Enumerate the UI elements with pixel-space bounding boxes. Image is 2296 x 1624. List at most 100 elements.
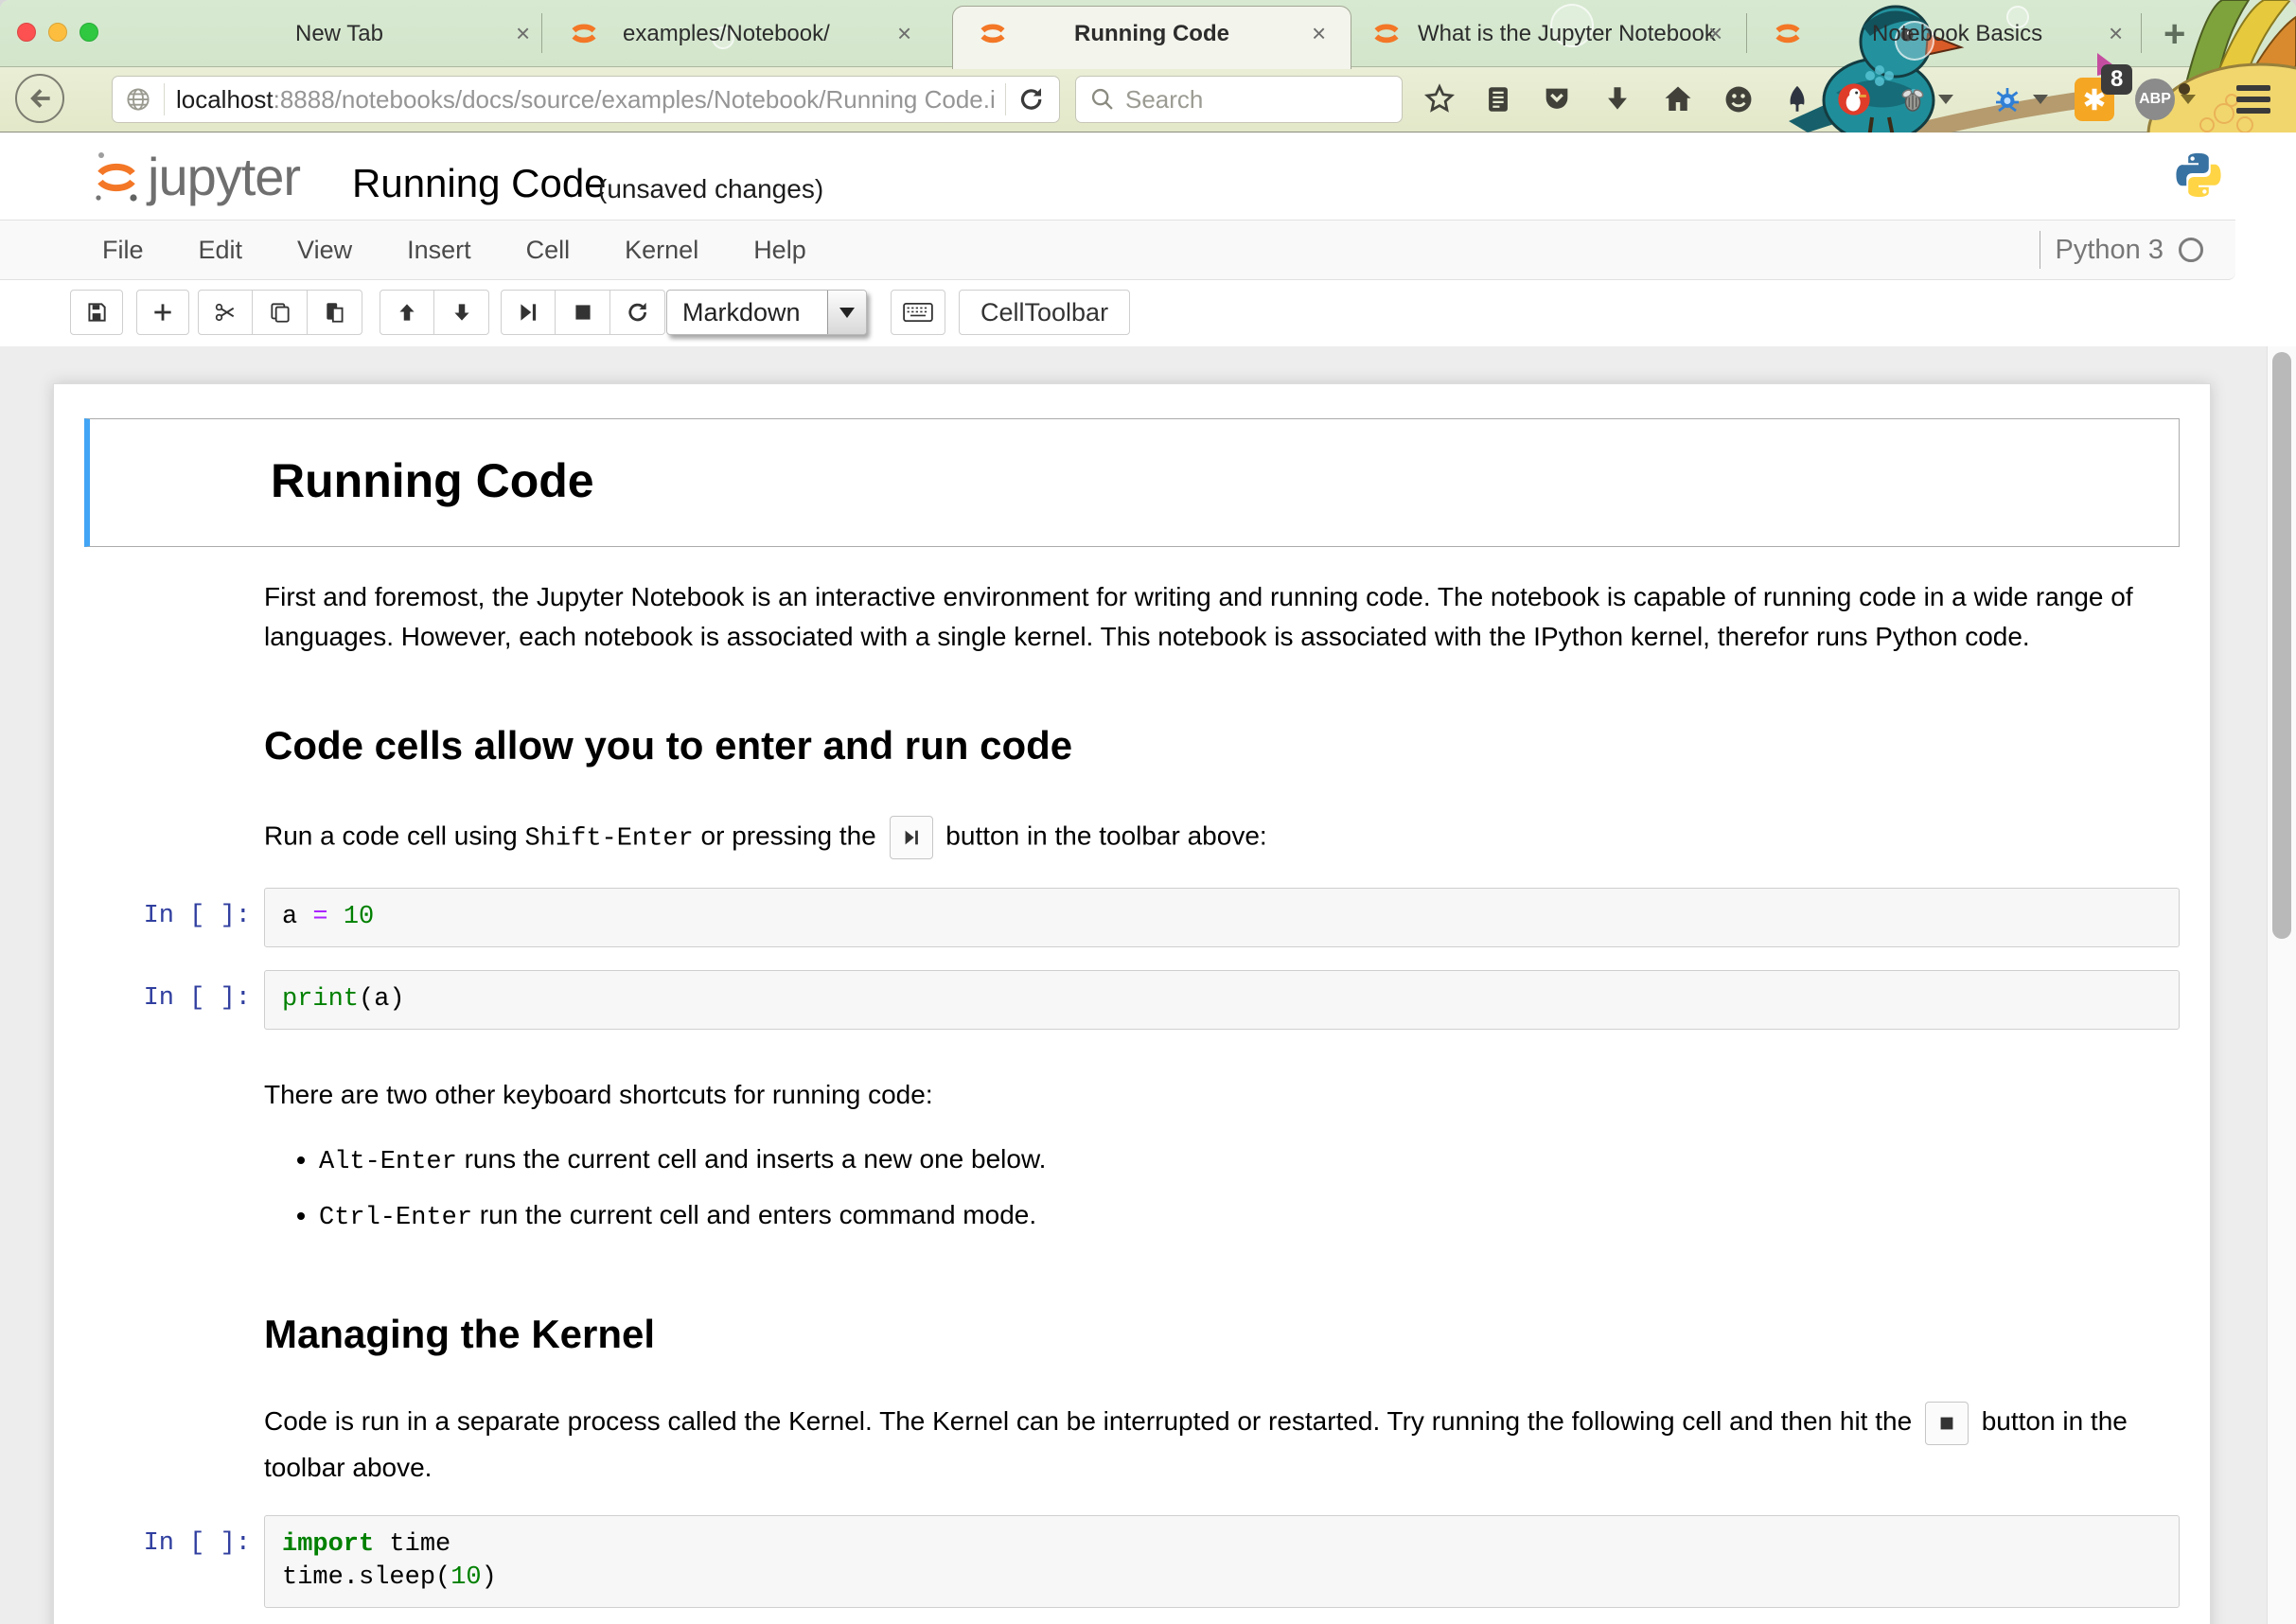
input-prompt: In [ ]:: [84, 970, 264, 1030]
cell-type-select[interactable]: Markdown: [666, 290, 867, 335]
url-bar[interactable]: localhost :8888/notebooks/docs/source/ex…: [112, 76, 1060, 123]
jupyter-logo[interactable]: jupyter: [91, 146, 300, 207]
run-line-after: button in the toolbar above:: [939, 821, 1267, 850]
cell-type-value: Markdown: [667, 291, 827, 334]
pocket-icon[interactable]: [1537, 79, 1577, 119]
kernel-name: Python 3: [2056, 235, 2164, 266]
tab-separator: [541, 13, 542, 53]
cell-toolbar-label: CellToolbar: [980, 298, 1108, 327]
add-cell-button[interactable]: [136, 290, 189, 335]
jupyter-favicon: [1370, 17, 1403, 49]
tab-close-icon[interactable]: ×: [1312, 19, 1326, 48]
download-icon[interactable]: [1598, 79, 1637, 119]
move-up-button[interactable]: [380, 290, 434, 335]
notebook-toolbar: Markdown CellToolbar: [0, 280, 2296, 346]
bookmark-star-icon[interactable]: [1420, 79, 1459, 119]
tab-examples-notebook[interactable]: examples/Notebook/: [623, 21, 830, 47]
tab-close-icon[interactable]: ×: [1708, 19, 1722, 48]
copy-button[interactable]: [253, 290, 308, 335]
code-input-area[interactable]: print(a): [264, 970, 2180, 1030]
bug-addon-icon[interactable]: [1987, 79, 2027, 119]
notebook-scroll-area[interactable]: Running Code First and foremost, the Jup…: [0, 346, 2296, 1624]
tab-close-icon[interactable]: ×: [2109, 19, 2123, 48]
restart-kernel-button[interactable]: [610, 290, 665, 335]
shortcuts-list: Alt-Enter runs the current cell and inse…: [264, 1139, 2180, 1238]
kernel-indicator: Python 3: [2040, 221, 2203, 279]
jupyter-favicon: [568, 17, 600, 49]
dropdown-caret-icon[interactable]: [1938, 95, 1953, 104]
markdown-cell[interactable]: Code cells allow you to enter and run co…: [54, 723, 2210, 768]
adblock-plus-icon[interactable]: ABP: [2135, 79, 2175, 119]
input-prompt: In [ ]:: [84, 888, 264, 947]
code-input-area[interactable]: import time time.sleep(10): [264, 1515, 2180, 1608]
menu-edit[interactable]: Edit: [171, 236, 271, 265]
tab-close-icon[interactable]: ×: [516, 19, 530, 48]
addon-badge: 8: [2101, 64, 2132, 95]
new-tab-button[interactable]: +: [2164, 13, 2185, 56]
prompt-spacer: [84, 1075, 264, 1238]
menu-view[interactable]: View: [270, 236, 380, 265]
tab-what-is-jupyter[interactable]: What is the Jupyter Notebook: [1418, 21, 1716, 47]
tab-separator: [2141, 13, 2142, 53]
browser-window: New Tab × examples/Notebook/ × Running C…: [0, 0, 2296, 1624]
notebook-h1: Running Code: [271, 453, 594, 508]
urlbar-divider: [164, 83, 165, 115]
section-heading-code-cells: Code cells allow you to enter and run co…: [264, 723, 2180, 768]
search-bar[interactable]: Search: [1075, 76, 1403, 123]
list-item: Alt-Enter runs the current cell and inse…: [319, 1139, 2180, 1182]
code-cell[interactable]: In [ ]: import time time.sleep(10): [54, 1515, 2210, 1608]
selected-markdown-cell[interactable]: Running Code: [84, 418, 2180, 547]
prompt-spacer: [84, 577, 264, 657]
notebook-title[interactable]: Running Code: [352, 161, 607, 206]
menu-insert[interactable]: Insert: [380, 236, 499, 265]
tab-new-tab[interactable]: New Tab: [295, 21, 383, 47]
reload-icon[interactable]: [1017, 85, 1046, 114]
reading-list-icon[interactable]: [1478, 79, 1518, 119]
cell-toolbar-button[interactable]: CellToolbar: [959, 290, 1130, 335]
back-button[interactable]: [15, 74, 64, 123]
menu-bar: File Edit View Insert Cell Kernel Help P…: [0, 220, 2235, 280]
menu-cell[interactable]: Cell: [499, 236, 598, 265]
window-zoom-button[interactable]: [79, 23, 98, 42]
code-input-area[interactable]: a = 10: [264, 888, 2180, 947]
command-palette-button[interactable]: [891, 290, 945, 335]
code-cell[interactable]: In [ ]: print(a): [54, 970, 2210, 1030]
fly-addon-icon[interactable]: [1893, 79, 1933, 119]
smiley-icon[interactable]: [1719, 79, 1758, 119]
quill-icon[interactable]: [1777, 79, 1817, 119]
paste-button[interactable]: [308, 290, 362, 335]
kernel-para-before: Code is run in a separate process called…: [264, 1406, 1919, 1436]
menu-file[interactable]: File: [102, 236, 171, 265]
interrupt-kernel-button[interactable]: [556, 290, 610, 335]
duckduckgo-icon[interactable]: [1834, 79, 1874, 119]
menu-help[interactable]: Help: [726, 236, 834, 265]
markdown-cell[interactable]: Code is run in a separate process called…: [54, 1399, 2210, 1491]
code-cell[interactable]: In [ ]: a = 10: [54, 888, 2210, 947]
tab-notebook-basics[interactable]: Notebook Basics: [1872, 21, 2042, 47]
jupyter-app-header: jupyter Running Code (unsaved changes) F…: [0, 132, 2296, 346]
run-cell-button[interactable]: [501, 290, 556, 335]
menu-icon[interactable]: [2234, 79, 2273, 119]
tab-running-code-label[interactable]: Running Code: [1074, 21, 1229, 47]
window-close-button[interactable]: [17, 23, 36, 42]
notebook-page: Running Code First and foremost, the Jup…: [53, 383, 2211, 1624]
tab-close-icon[interactable]: ×: [897, 19, 911, 48]
move-button-group: [380, 290, 489, 335]
save-button[interactable]: [70, 290, 123, 335]
dropdown-caret-icon[interactable]: [2181, 95, 2196, 104]
scrollbar-thumb[interactable]: [2272, 352, 2291, 939]
window-minimize-button[interactable]: [48, 23, 67, 42]
cut-button[interactable]: [198, 290, 253, 335]
section-heading-kernel: Managing the Kernel: [264, 1312, 2180, 1357]
markdown-cell[interactable]: There are two other keyboard shortcuts f…: [54, 1075, 2210, 1238]
dropdown-caret-icon[interactable]: [2033, 95, 2048, 104]
markdown-cell[interactable]: Managing the Kernel: [54, 1312, 2210, 1357]
home-icon[interactable]: [1658, 79, 1698, 119]
vertical-scrollbar[interactable]: [2267, 346, 2296, 1624]
markdown-cell[interactable]: Run a code cell using Shift-Enter or pre…: [54, 816, 2210, 859]
intro-paragraph: First and foremost, the Jupyter Notebook…: [264, 577, 2152, 657]
move-down-button[interactable]: [434, 290, 489, 335]
markdown-cell[interactable]: First and foremost, the Jupyter Notebook…: [54, 577, 2210, 657]
prompt-spacer: [84, 816, 264, 859]
menu-kernel[interactable]: Kernel: [597, 236, 726, 265]
